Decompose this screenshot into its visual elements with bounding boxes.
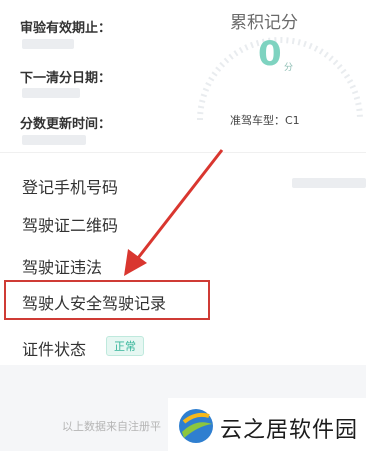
- next-clear-date-label: 下一清分日期：: [20, 71, 112, 86]
- section-divider: [0, 152, 366, 153]
- watermark-text: 云之居软件园: [220, 418, 359, 443]
- menu-safe-driving-record[interactable]: 驾驶人安全驾驶记录: [22, 290, 166, 314]
- footer-text: 以上数据来自注册平: [62, 420, 161, 433]
- watermark-logo-icon: [179, 409, 213, 443]
- score-unit: 分: [284, 63, 294, 73]
- inspection-validity-label: 审验有效期止：: [20, 21, 112, 36]
- score-value: 0: [258, 34, 282, 74]
- menu-license-status[interactable]: 证件状态: [22, 336, 86, 360]
- score-update-time-label: 分数更新时间：: [20, 117, 112, 132]
- next-clear-date-value: [22, 88, 80, 98]
- menu-license-qr[interactable]: 驾驶证二维码: [22, 212, 118, 236]
- status-badge: 正常: [106, 336, 144, 356]
- menu-license-violation[interactable]: 驾驶证违法: [22, 254, 102, 278]
- inspection-validity-value: [22, 39, 74, 49]
- score-update-time-value: [22, 135, 86, 145]
- score-title: 累积记分: [230, 13, 298, 33]
- menu-phone[interactable]: 登记手机号码: [22, 174, 118, 198]
- phone-value: [292, 178, 366, 188]
- car-type: 准驾车型：C1: [230, 114, 300, 127]
